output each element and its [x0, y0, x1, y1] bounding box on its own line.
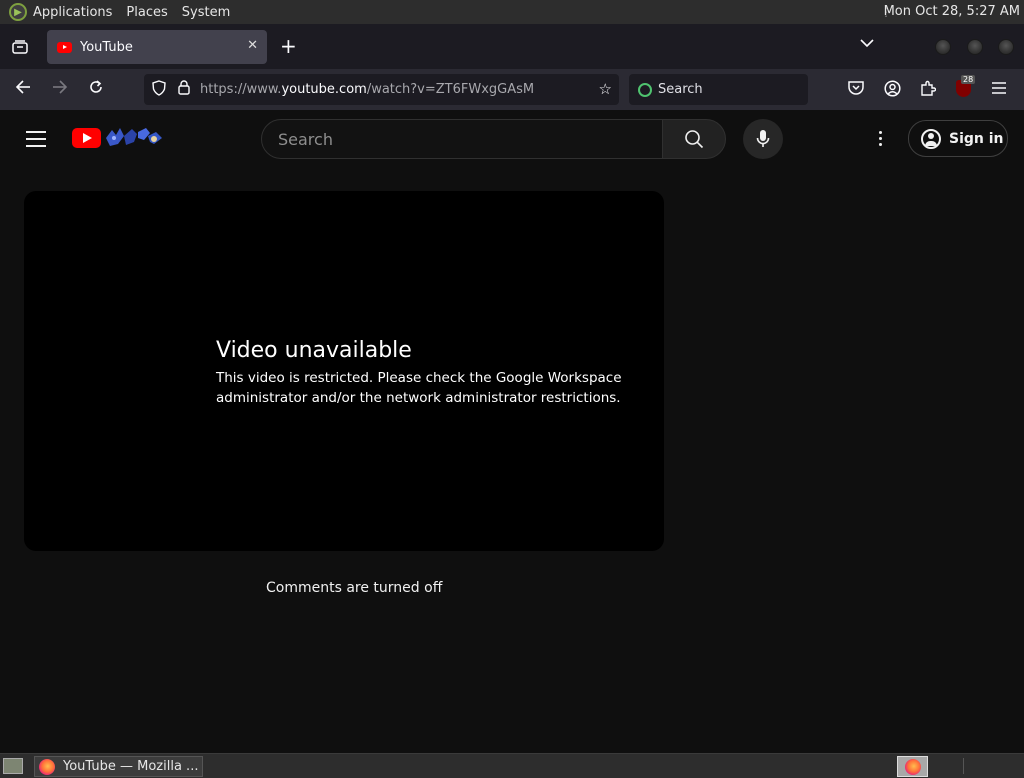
firefox-view-icon[interactable] — [9, 36, 31, 58]
search-bar[interactable]: Search — [629, 74, 808, 105]
comments-status: Comments are turned off — [266, 580, 443, 596]
url-bar[interactable]: https://www.youtube.com/watch?v=ZT6FWxgG… — [144, 74, 619, 105]
account-icon[interactable] — [884, 80, 901, 101]
back-icon[interactable] — [15, 79, 31, 99]
sign-in-button[interactable]: Sign in — [908, 120, 1008, 157]
youtube-favicon-icon — [57, 41, 72, 53]
places-menu[interactable]: Places — [126, 5, 167, 20]
error-title: Video unavailable — [216, 338, 412, 363]
ublock-count-badge: 28 — [961, 75, 976, 84]
pocket-icon[interactable] — [848, 80, 864, 99]
bottom-taskbar: YouTube — Mozilla ... — [0, 753, 1024, 778]
voice-search-button[interactable] — [743, 119, 783, 159]
search-icon — [685, 130, 704, 149]
youtube-search-input[interactable]: Search — [261, 119, 663, 159]
close-tab-icon[interactable]: ✕ — [247, 38, 258, 53]
account-circle-icon — [921, 128, 941, 149]
system-menu[interactable]: System — [182, 5, 230, 20]
app-menu-hamburger-icon[interactable] — [992, 80, 1006, 98]
applications-menu[interactable]: Applications — [33, 5, 112, 20]
youtube-doodle-icon[interactable] — [104, 124, 164, 150]
search-engine-icon — [638, 82, 652, 97]
youtube-logo-icon[interactable] — [72, 128, 101, 148]
clock[interactable]: Mon Oct 28, 5:27 AM — [884, 4, 1020, 19]
tab-strip: YouTube ✕ + — [0, 24, 1024, 69]
microphone-icon — [756, 130, 770, 147]
applications-logo-icon[interactable]: ▶ — [9, 3, 27, 21]
bookmark-star-icon[interactable]: ☆ — [599, 80, 612, 98]
search-bar-placeholder: Search — [658, 82, 703, 97]
youtube-search-button[interactable] — [662, 119, 726, 159]
navigation-toolbar: https://www.youtube.com/watch?v=ZT6FWxgG… — [0, 69, 1024, 110]
reload-icon[interactable] — [88, 79, 104, 100]
workspace-switcher[interactable] — [897, 756, 928, 777]
tracking-protection-shield-icon[interactable] — [152, 79, 166, 100]
taskbar-window-firefox[interactable]: YouTube — Mozilla ... — [34, 756, 203, 777]
close-window-button[interactable] — [998, 39, 1014, 55]
minimize-window-button[interactable] — [935, 39, 951, 55]
url-text[interactable]: https://www.youtube.com/watch?v=ZT6FWxgG… — [200, 82, 534, 97]
list-all-tabs-icon[interactable] — [860, 37, 874, 52]
lock-icon[interactable] — [178, 80, 190, 99]
settings-kebab-icon[interactable] — [879, 131, 883, 149]
extensions-puzzle-icon[interactable] — [920, 80, 937, 100]
youtube-search-placeholder: Search — [278, 129, 333, 149]
top-panel: ▶ Applications Places System ⋮ Mon Oct 2… — [0, 0, 1024, 24]
sign-in-label: Sign in — [949, 130, 1004, 147]
taskbar-separator — [963, 758, 964, 774]
new-tab-button[interactable]: + — [280, 35, 297, 57]
workspace-firefox-icon — [904, 758, 921, 775]
tab-youtube[interactable]: YouTube ✕ — [47, 30, 267, 64]
tab-title: YouTube — [80, 39, 133, 55]
taskbar-window-title: YouTube — Mozilla ... — [63, 759, 199, 774]
video-player[interactable]: Video unavailable This video is restrict… — [24, 191, 664, 551]
maximize-window-button[interactable] — [967, 39, 983, 55]
show-desktop-icon[interactable] — [3, 758, 23, 774]
guide-menu-icon[interactable] — [26, 131, 46, 152]
firefox-icon — [39, 758, 55, 775]
forward-icon[interactable] — [52, 79, 68, 99]
error-message: This video is restricted. Please check t… — [216, 370, 622, 406]
youtube-masthead: Search Sign in — [0, 110, 1024, 166]
